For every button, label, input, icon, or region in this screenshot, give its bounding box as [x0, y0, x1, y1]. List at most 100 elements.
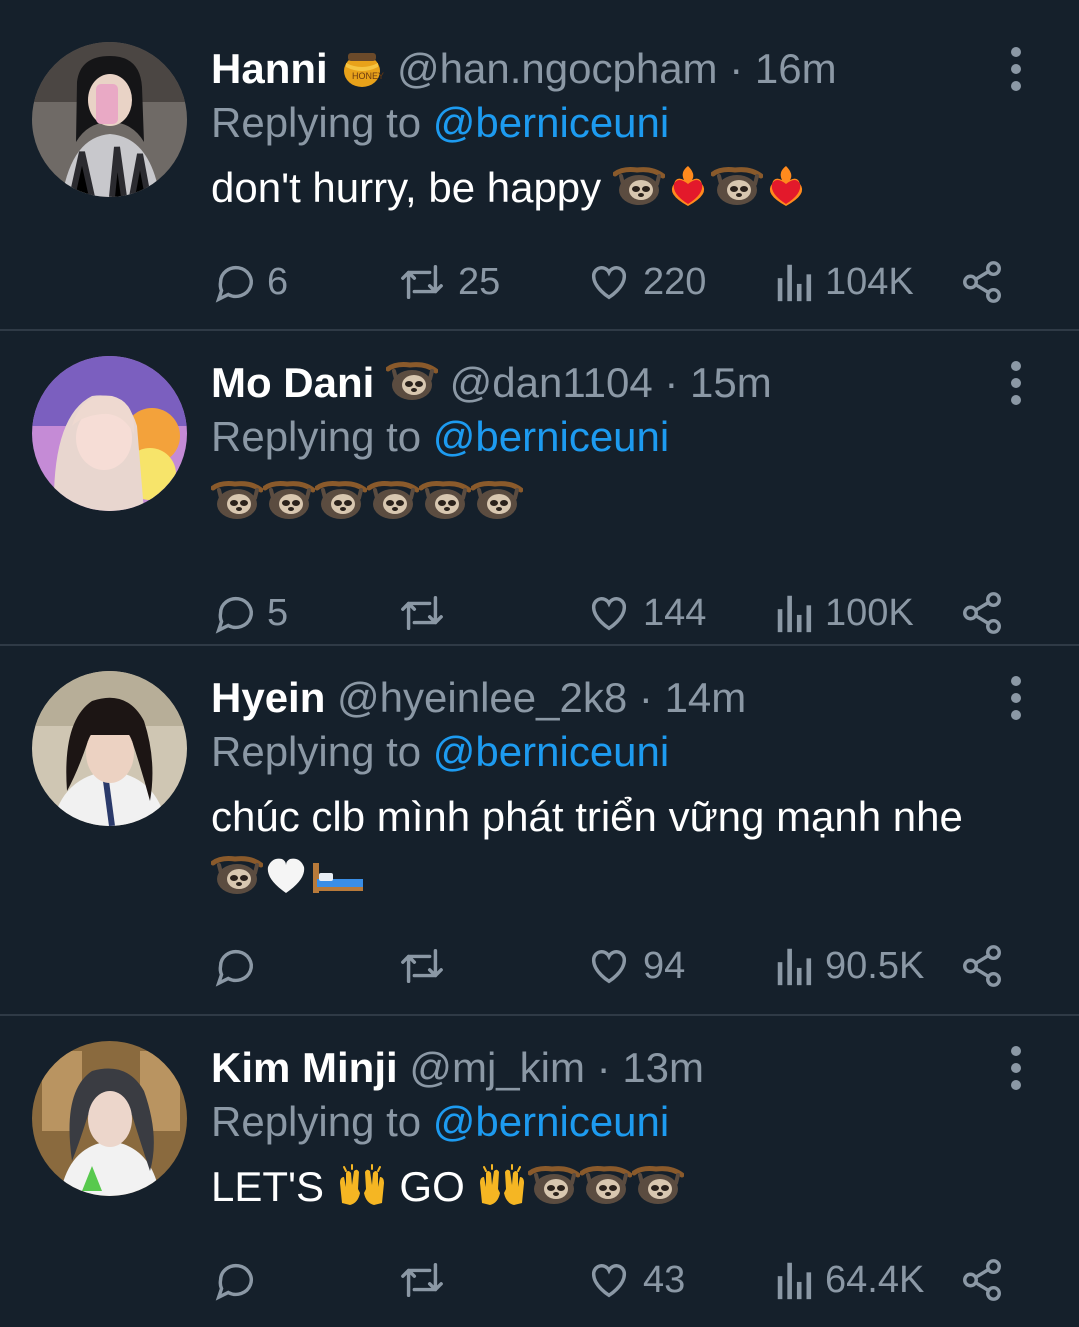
- retweet-button[interactable]: 25: [396, 257, 500, 307]
- bed-icon: [309, 853, 365, 897]
- tweet-text: LET'S GO: [211, 1157, 1039, 1217]
- reply-count: 5: [267, 591, 289, 634]
- share-button[interactable]: [959, 588, 1005, 638]
- mention-link[interactable]: @berniceuni: [433, 728, 669, 775]
- retweet-button[interactable]: [396, 1255, 458, 1305]
- like-count: 220: [643, 260, 707, 303]
- replying-to: Replying to @berniceuni: [211, 99, 670, 146]
- views-button[interactable]: 90.5K: [775, 941, 924, 991]
- tweet-item[interactable]: Hyein @hyeinlee_2k8 · 14m Replying to @b…: [0, 646, 1079, 1016]
- retweet-button[interactable]: [396, 941, 458, 991]
- sloth-icon: [471, 478, 523, 522]
- display-name[interactable]: Mo Dani: [211, 359, 374, 406]
- share-button[interactable]: [959, 941, 1005, 991]
- sloth-icon: [386, 359, 438, 403]
- sloth-icon: [632, 1163, 684, 1207]
- replying-to: Replying to @berniceuni: [211, 1098, 670, 1145]
- avatar[interactable]: [32, 1041, 187, 1196]
- replying-to: Replying to @berniceuni: [211, 728, 670, 775]
- retweet-icon: [401, 1262, 443, 1298]
- display-name[interactable]: Hyein: [211, 674, 325, 721]
- views-button[interactable]: 64.4K: [775, 1255, 924, 1305]
- like-button[interactable]: 220: [585, 257, 706, 307]
- user-handle[interactable]: @han.ngocpham: [397, 45, 718, 92]
- retweet-icon: [401, 595, 443, 631]
- sloth-icon: [528, 1163, 580, 1207]
- sloth-icon: [263, 478, 315, 522]
- user-handle[interactable]: @hyeinlee_2k8: [337, 674, 627, 721]
- timestamp[interactable]: 16m: [755, 45, 837, 92]
- avatar[interactable]: [32, 356, 187, 511]
- tweet-actions: 43 64.4K: [211, 1255, 1039, 1305]
- sloth-icon: [211, 478, 263, 522]
- tweet-item[interactable]: Mo Dani @dan1104 · 15m Replying to @bern…: [0, 331, 1079, 646]
- display-name[interactable]: Hanni: [211, 45, 328, 92]
- sloth-icon: [419, 478, 471, 522]
- separator-dot: ·: [596, 1044, 611, 1091]
- tweet-item[interactable]: Hanni @han.ngocpham · 16m Replying to @b…: [0, 0, 1079, 331]
- sloth-icon: [211, 853, 263, 897]
- avatar[interactable]: [32, 671, 187, 826]
- heart-icon: [591, 597, 627, 631]
- share-icon: [963, 945, 1001, 987]
- reply-button[interactable]: 5: [211, 588, 288, 638]
- share-icon: [963, 592, 1001, 634]
- views-button[interactable]: 104K: [775, 257, 914, 307]
- reply-icon: [215, 596, 253, 634]
- views-icon: [777, 264, 812, 302]
- sloth-icon: [580, 1163, 632, 1207]
- share-button[interactable]: [959, 257, 1005, 307]
- heart-icon: [591, 1264, 627, 1298]
- sloth-icon: [613, 164, 665, 208]
- heart-on-fire-icon: [763, 164, 809, 208]
- like-count: 94: [643, 944, 686, 987]
- separator-dot: ·: [638, 674, 653, 721]
- sloth-icon: [315, 478, 367, 522]
- view-count: 90.5K: [825, 944, 925, 987]
- view-count: 64.4K: [825, 1258, 925, 1301]
- views-icon: [777, 948, 812, 986]
- tweet-header: Mo Dani @dan1104 · 15m: [211, 356, 1039, 410]
- mention-link[interactable]: @berniceuni: [433, 99, 669, 146]
- timestamp[interactable]: 13m: [622, 1044, 704, 1091]
- user-handle[interactable]: @mj_kim: [409, 1044, 585, 1091]
- share-icon: [963, 261, 1001, 303]
- reply-button[interactable]: 6: [211, 257, 288, 307]
- sloth-icon: [367, 478, 419, 522]
- views-icon: [777, 1262, 812, 1300]
- tweet-actions: 6 25 220 104K: [211, 257, 1039, 307]
- raising-hands-icon: [336, 1163, 388, 1207]
- tweet-actions: 94 90.5K: [211, 941, 1039, 991]
- tweet-text: chúc clb mình phát triển vững mạnh nhe: [211, 787, 1039, 907]
- like-button[interactable]: 43: [585, 1255, 685, 1305]
- reply-icon: [215, 949, 253, 987]
- sloth-icon: [711, 164, 763, 208]
- reply-icon: [215, 1263, 253, 1301]
- reply-button[interactable]: [211, 1255, 267, 1305]
- share-button[interactable]: [959, 1255, 1005, 1305]
- retweet-button[interactable]: [396, 588, 458, 638]
- retweet-icon: [401, 948, 443, 984]
- like-count: 43: [643, 1258, 686, 1301]
- views-button[interactable]: 100K: [775, 588, 914, 638]
- avatar[interactable]: [32, 42, 187, 197]
- mention-link[interactable]: @berniceuni: [433, 413, 669, 460]
- tweet-header: Hyein @hyeinlee_2k8 · 14m: [211, 671, 1039, 725]
- timestamp[interactable]: 15m: [690, 359, 772, 406]
- retweet-icon: [401, 264, 443, 300]
- heart-icon: [591, 950, 627, 984]
- separator-dot: ·: [729, 45, 744, 92]
- white-heart-icon: [263, 853, 309, 897]
- share-icon: [963, 1259, 1001, 1301]
- tweet-item[interactable]: Kim Minji @mj_kim · 13m Replying to @ber…: [0, 1016, 1079, 1327]
- timestamp[interactable]: 14m: [665, 674, 747, 721]
- view-count: 100K: [825, 591, 914, 634]
- user-handle[interactable]: @dan1104: [450, 359, 653, 406]
- honey-pot-icon: [339, 45, 385, 89]
- like-button[interactable]: 94: [585, 941, 685, 991]
- like-button[interactable]: 144: [585, 588, 706, 638]
- mention-link[interactable]: @berniceuni: [433, 1098, 669, 1145]
- reply-count: 6: [267, 260, 289, 303]
- reply-button[interactable]: [211, 941, 267, 991]
- display-name[interactable]: Kim Minji: [211, 1044, 398, 1091]
